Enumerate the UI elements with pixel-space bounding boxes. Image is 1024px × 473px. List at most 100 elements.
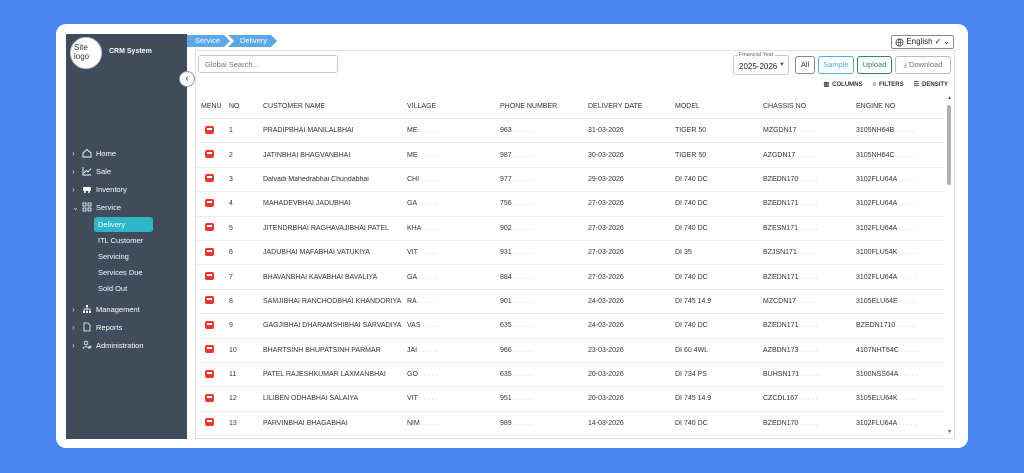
cell-delivery-date: 20-03-2026 — [588, 395, 624, 403]
table-row[interactable]: 9 GAGJIBHAI DHARAMSHIBHAI SARVADIYA VAS . … — [197, 314, 943, 339]
filters-button[interactable]: ≡ FILTERS — [873, 81, 904, 88]
sidebar-subitem-services-due[interactable]: Services Due — [66, 264, 187, 280]
cell-engine-no: 3100NSS64A . . . . . — [856, 371, 918, 379]
table-row[interactable]: 12 LILIBEN ODHABHAI SALAIYA VIT . . . . . 9… — [197, 387, 943, 412]
breadcrumb-item-delivery[interactable]: Delivery — [228, 35, 277, 47]
row-menu-cell — [197, 198, 225, 209]
cell-customer-name: LILIBEN ODHABHAI SALAIYA — [263, 395, 359, 403]
table-row[interactable]: 10 BHARTSINH BHUPATSINH PARMAR JAI . . . .… — [197, 339, 943, 363]
financial-year-select[interactable]: Financial Year 2025-2026 ▼ — [733, 52, 789, 75]
row-menu-icon[interactable] — [205, 418, 214, 427]
cell-engine-no: 3105ELU64K . . . . . — [856, 395, 918, 403]
cell-chassis-no: AZBDN173 . . . . . — [763, 346, 818, 354]
cell-phone-number: 635 . . . . . — [500, 322, 532, 330]
table-row[interactable]: 6 JADUBHAI MAFABHAI VATUKIYA VIT . . . . .… — [197, 241, 943, 266]
sidebar: Site logo CRM System › Home › Sale › Inv… — [66, 34, 187, 439]
sidebar-item-sale[interactable]: › Sale — [66, 162, 187, 180]
masked-suffix: . . . . . — [894, 127, 914, 135]
sidebar-item-reports[interactable]: › Reports — [66, 318, 187, 336]
row-menu-icon[interactable] — [205, 150, 214, 159]
all-button[interactable]: All — [795, 56, 815, 74]
table-row[interactable]: 3 Dalvadi Mahedrabhai Chundabhai CHI . . .… — [197, 168, 943, 193]
sidebar-item-label: Administration — [96, 340, 144, 350]
density-icon: ☰ — [913, 82, 919, 88]
sidebar-item-home[interactable]: › Home — [66, 144, 187, 162]
sidebar-item-service[interactable]: ⌄ Service — [66, 198, 187, 216]
column-header-village[interactable]: VILLAGE — [403, 103, 496, 110]
cell-village: KHA . . . . . — [407, 224, 441, 232]
sidebar-subitem-itl-customer[interactable]: ITL Customer — [66, 232, 187, 248]
scrollbar-thumb[interactable] — [947, 105, 951, 185]
column-header-engine-no[interactable]: ENGINE NO — [852, 103, 943, 110]
column-header-phone-number[interactable]: PHONE NUMBER — [496, 103, 584, 110]
scroll-down-icon[interactable]: ▼ — [947, 429, 952, 435]
cell-village: CHI . . . . . — [407, 175, 439, 183]
sample-button[interactable]: Sample — [818, 56, 854, 74]
cell-no: 2 — [229, 151, 233, 159]
scroll-up-icon[interactable]: ▲ — [947, 95, 952, 101]
sidebar-collapse-button[interactable]: ‹ — [179, 71, 195, 87]
table-row[interactable]: 7 BHAVANBHAI KAVABHAI BAVALIYA GA . . . . … — [197, 265, 943, 290]
masked-suffix: . . . . . — [511, 224, 532, 232]
breadcrumb-item-service[interactable]: Service — [187, 35, 230, 47]
table-row[interactable]: 4 MAHADEVBHAI JADUBHAI GA . . . . . 756 . .… — [197, 192, 943, 217]
sidebar-item-label: Sale — [96, 166, 112, 176]
column-header-chassis-no[interactable]: CHASSIS NO — [759, 103, 852, 110]
row-menu-icon[interactable] — [205, 393, 214, 402]
row-menu-icon[interactable] — [205, 369, 214, 378]
sidebar-subitem-delivery[interactable]: Delivery — [66, 216, 187, 232]
row-menu-icon[interactable] — [205, 320, 214, 329]
cell-model: DI 740 DC — [675, 419, 708, 427]
row-menu-icon[interactable] — [205, 345, 214, 354]
masked-suffix: . . . . . — [417, 127, 437, 135]
sidebar-subitem-sold-out[interactable]: Sold Out — [66, 280, 187, 296]
table-row[interactable]: 13 PARVINBHAI BHAGABHAI NIM . . . . . 989 .… — [197, 412, 943, 437]
row-menu-icon[interactable] — [205, 272, 214, 281]
sidebar-subitem-label: ITL Customer — [98, 235, 144, 245]
cell-no: 11 — [229, 371, 237, 379]
density-button[interactable]: ☰ DENSITY — [913, 81, 948, 89]
table-row[interactable]: 1 PRADIPBHAI MANILALBHAI ME . . . . . 963 .… — [197, 119, 943, 144]
cell-engine-no: 4107NHT64C . . . . . — [856, 346, 919, 354]
column-header-customer-name[interactable]: CUSTOMER NAME — [259, 103, 403, 110]
masked-suffix: . . . . . — [799, 371, 819, 379]
table-row[interactable]: 11 PATEL RAJESHKUMAR LAXMANBHAI GO . . . .… — [197, 363, 943, 388]
upload-button[interactable]: Upload — [857, 56, 892, 74]
row-menu-icon[interactable] — [205, 125, 214, 134]
app-title: CRM System — [109, 48, 152, 55]
sidebar-item-inventory[interactable]: › Inventory — [66, 180, 187, 198]
column-header-model[interactable]: MODEL — [671, 103, 759, 110]
row-menu-icon[interactable] — [205, 198, 214, 207]
table-scrollbar[interactable]: ▲ ▼ — [947, 95, 952, 435]
masked-suffix: . . . . . — [795, 151, 815, 159]
filter-icon: ≡ — [872, 81, 877, 88]
table-row[interactable]: 8 SAMJIBHAI RANCHODBHAI KHANDORIYA RA . . … — [197, 290, 943, 315]
column-header-delivery-date[interactable]: DELIVERY DATE — [584, 103, 671, 110]
masked-suffix: . . . . . — [896, 175, 917, 183]
sidebar-item-management[interactable]: › Management — [66, 300, 187, 318]
column-header-menu[interactable]: MENU — [197, 103, 225, 110]
columns-button[interactable]: ▥ COLUMNS — [824, 81, 863, 89]
table-row[interactable]: 2 JATINBHAI BHAGVANBHAI ME . . . . . 987 . … — [197, 143, 943, 168]
row-menu-icon[interactable] — [205, 174, 214, 183]
row-menu-icon[interactable] — [205, 223, 214, 232]
cell-village: GA . . . . . — [407, 273, 437, 281]
download-icon: ⤓ — [903, 60, 907, 69]
global-search-input[interactable] — [198, 55, 338, 73]
table-row[interactable]: 5 JITENDRBHAI RAGHAVAJIBHAI PATEL KHA . . … — [197, 217, 943, 241]
masked-suffix: . . . . . — [796, 249, 817, 257]
cell-chassis-no: BZEDN170 . . . . . — [763, 419, 818, 427]
language-select[interactable]: English ✓ ⌄ — [891, 35, 954, 49]
delivery-table: MENU NO CUSTOMER NAME VILLAGE PHONE NUMB… — [197, 95, 943, 437]
sidebar-item-administration[interactable]: › Administration — [66, 336, 187, 354]
cell-engine-no: 3102FLU64A . . . . . — [856, 419, 917, 427]
cell-village: NIM . . . . . — [407, 419, 440, 427]
download-button[interactable]: ⤓ Download — [895, 56, 951, 74]
sidebar-subitem-servicing[interactable]: Servicing — [66, 248, 187, 264]
row-menu-icon[interactable] — [205, 296, 214, 305]
site-logo[interactable]: Site logo — [70, 37, 102, 69]
row-menu-icon[interactable] — [205, 247, 214, 256]
cell-phone-number: 884 . . . . . — [500, 273, 532, 281]
cell-chassis-no: BZEDN171 . . . . . — [763, 322, 818, 330]
column-header-no[interactable]: NO — [225, 103, 259, 110]
